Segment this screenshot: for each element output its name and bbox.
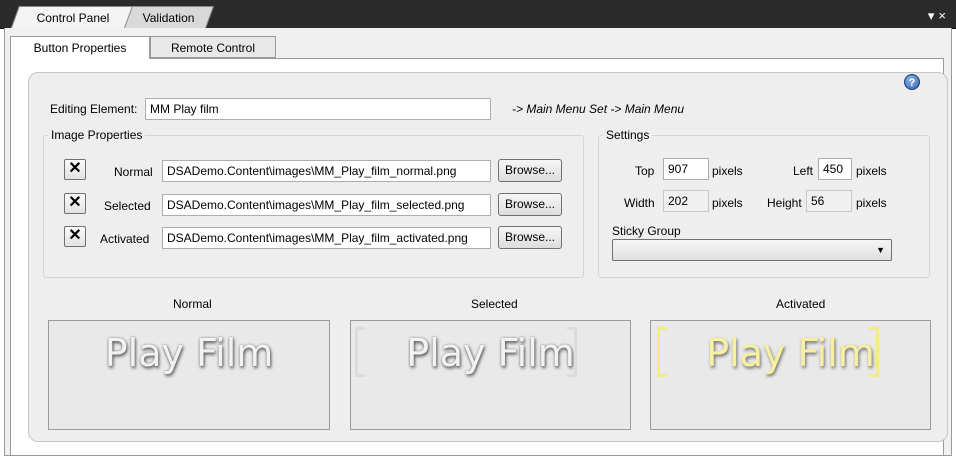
width-field[interactable]: 202 (663, 190, 709, 212)
preview-selected-label: Selected (471, 297, 518, 311)
tab-validation-label: Validation (142, 11, 195, 25)
left-field[interactable]: 450 (818, 158, 852, 180)
tab-validation[interactable]: Validation (123, 6, 215, 28)
preview-activated-text: Play Film (706, 331, 875, 375)
height-unit: pixels (856, 196, 887, 210)
width-unit: pixels (712, 196, 743, 210)
width-label: Width (624, 196, 655, 210)
clear-normal-button[interactable]: ✕ (64, 159, 86, 180)
normal-image-field[interactable]: DSADemo.Content\images\MM_Play_film_norm… (162, 160, 491, 182)
preview-selected: Play Film (350, 320, 631, 430)
sticky-group-label: Sticky Group (612, 224, 681, 238)
activated-image-field[interactable]: DSADemo.Content\images\MM_Play_film_acti… (162, 227, 491, 249)
tab-control-panel-label: Control Panel (36, 11, 109, 25)
preview-normal-label: Normal (173, 297, 212, 311)
tab-button-properties[interactable]: Button Properties (10, 36, 150, 59)
top-label: Top (635, 164, 655, 178)
preview-activated: Play Film (650, 320, 931, 430)
top-field[interactable]: 907 (663, 158, 709, 180)
left-unit: pixels (856, 164, 887, 178)
preview-activated-label: Activated (776, 297, 826, 311)
tab-remote-control[interactable]: Remote Control (150, 36, 276, 58)
close-icon: ✕ (68, 227, 82, 244)
top-unit: pixels (712, 164, 743, 178)
height-field[interactable]: 56 (806, 190, 852, 212)
editing-element-field[interactable]: MM Play film (145, 98, 491, 120)
selected-image-field[interactable]: DSADemo.Content\images\MM_Play_film_sele… (162, 194, 491, 216)
browse-selected-button[interactable]: Browse... (498, 193, 562, 216)
right-bracket-icon (869, 327, 879, 377)
preview-selected-text: Play Film (406, 331, 575, 375)
selected-label: Selected (104, 199, 151, 213)
normal-label: Normal (114, 165, 153, 179)
clear-activated-button[interactable]: ✕ (64, 226, 86, 247)
left-label: Left (793, 164, 814, 178)
window-controls: ▾× (928, 8, 950, 24)
close-icon: ✕ (68, 194, 82, 211)
clear-selected-button[interactable]: ✕ (64, 193, 86, 214)
browse-activated-button[interactable]: Browse... (498, 226, 562, 249)
activated-label: Activated (100, 232, 150, 246)
help-icon[interactable]: ? (904, 74, 920, 90)
element-path: -> Main Menu Set -> Main Menu (512, 102, 685, 116)
sticky-group-select[interactable]: ▼ (612, 239, 892, 261)
dropdown-icon[interactable]: ▾ (928, 8, 939, 23)
preview-normal-text: Play Film (104, 331, 274, 375)
chevron-down-icon: ▼ (876, 245, 885, 255)
tab-control-panel[interactable]: Control Panel (10, 6, 136, 28)
height-label: Height (767, 196, 802, 210)
editing-element-label: Editing Element: (50, 102, 138, 116)
close-icon: ✕ (68, 160, 82, 177)
image-properties-title: Image Properties (51, 128, 143, 142)
settings-title: Settings (606, 128, 650, 142)
preview-normal: Play Film (48, 320, 330, 430)
browse-normal-button[interactable]: Browse... (498, 159, 562, 182)
right-bracket-icon (567, 327, 577, 377)
close-icon[interactable]: × (938, 8, 950, 23)
